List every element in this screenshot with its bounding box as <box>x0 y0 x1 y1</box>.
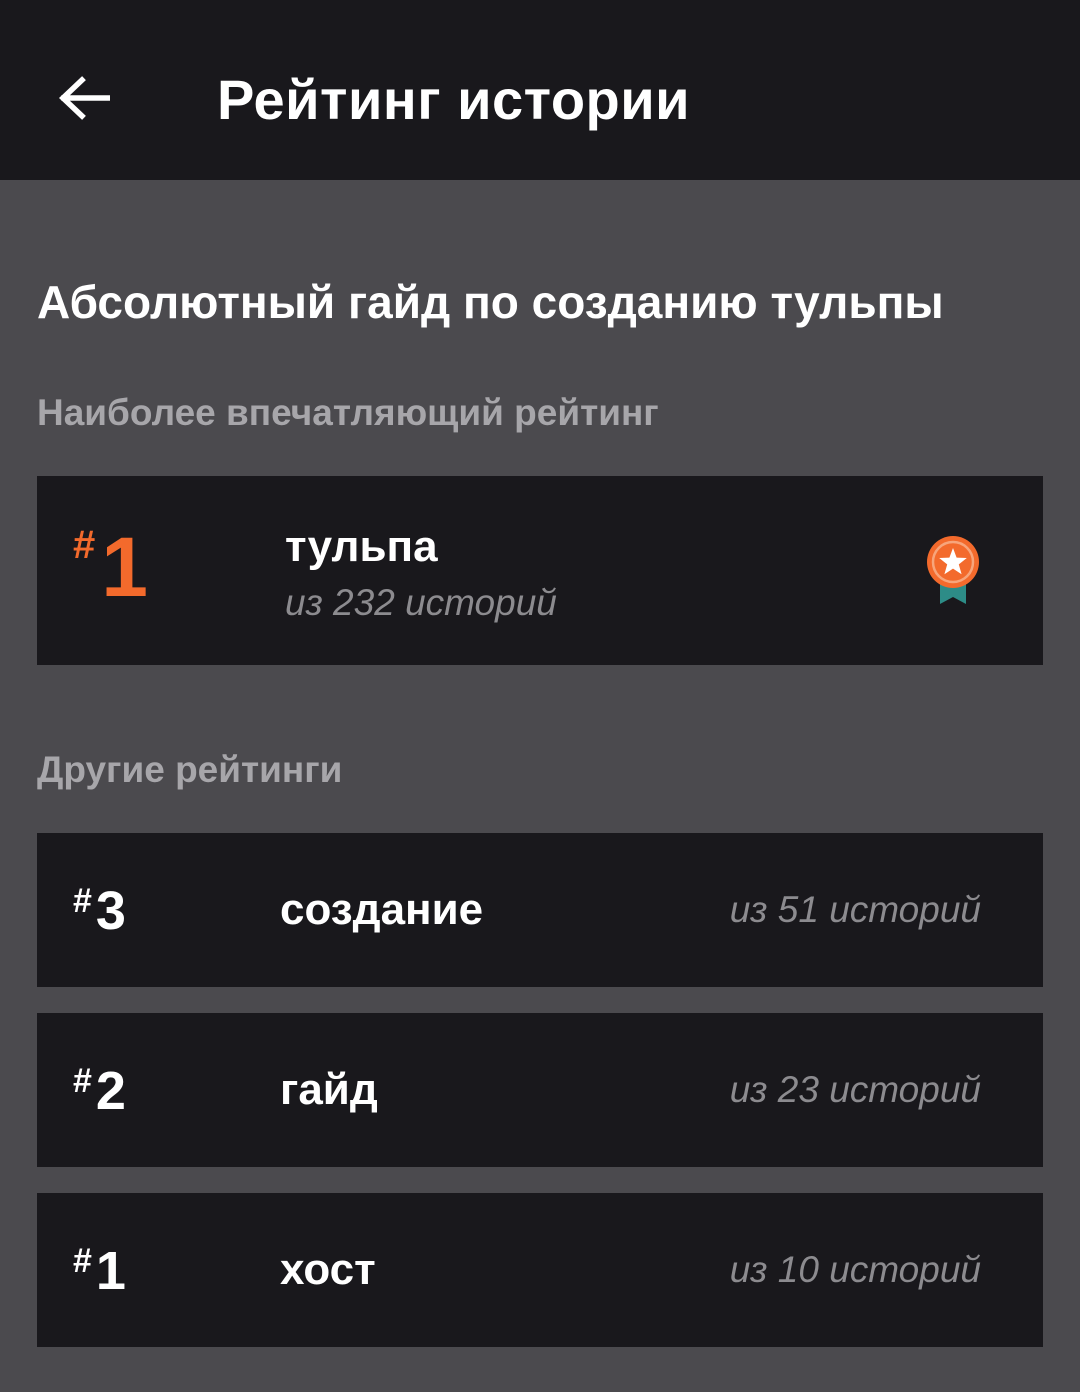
medal-star-icon <box>927 536 979 604</box>
featured-tag-name: тульпа <box>285 522 438 571</box>
rank: #1 <box>73 1241 126 1301</box>
featured-story-count: из 232 историй <box>285 582 557 623</box>
story-title: Абсолютный гайд по созданию тульпы <box>37 276 944 328</box>
story-count: из 10 историй <box>729 1249 981 1290</box>
arrow-left-icon <box>59 76 110 120</box>
top-app-bar: Рейтинг истории <box>0 0 1080 180</box>
tag-name: гайд <box>280 1065 378 1114</box>
rank-hash: # <box>73 1062 92 1100</box>
story-count: из 23 историй <box>729 1069 981 1110</box>
rank-number: 2 <box>95 1061 126 1121</box>
featured-rank: #1 <box>73 522 148 612</box>
rating-card[interactable]: #3 создание из 51 историй <box>37 833 1043 987</box>
featured-rating-card[interactable]: #1 тульпа из 232 историй <box>37 476 1043 665</box>
back-button[interactable] <box>44 58 124 138</box>
rank: #3 <box>73 881 126 941</box>
tag-name: создание <box>280 885 484 934</box>
page-title: Рейтинг истории <box>217 68 691 131</box>
rank-number: 3 <box>95 881 126 941</box>
story-count: из 51 историй <box>729 889 981 930</box>
rank-number: 1 <box>101 520 148 614</box>
rank-hash: # <box>73 523 96 567</box>
featured-rating-heading: Наиболее впечатляющий рейтинг <box>37 392 659 433</box>
rank-hash: # <box>73 1242 92 1280</box>
tag-name: хост <box>280 1245 376 1294</box>
rank-number: 1 <box>95 1241 126 1301</box>
rating-card[interactable]: #1 хост из 10 историй <box>37 1193 1043 1347</box>
rating-card[interactable]: #2 гайд из 23 историй <box>37 1013 1043 1167</box>
other-ratings-heading: Другие рейтинги <box>37 749 343 790</box>
rank-hash: # <box>73 882 92 920</box>
rank: #2 <box>73 1061 126 1121</box>
